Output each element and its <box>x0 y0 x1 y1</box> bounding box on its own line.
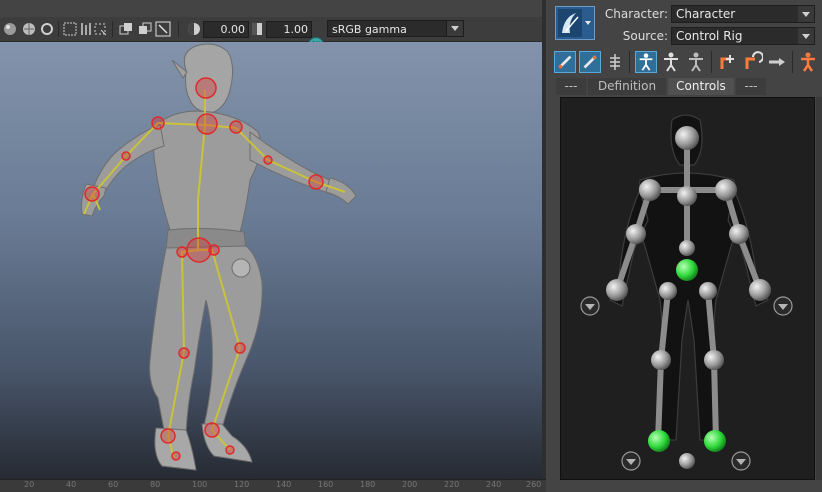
select-all-icon[interactable] <box>554 51 576 73</box>
tab-next[interactable]: --- <box>736 78 766 95</box>
time-ruler-tick: 260 <box>526 480 542 489</box>
time-ruler-tick: 200 <box>402 480 418 489</box>
exposure-field[interactable]: 0.00 <box>203 21 249 38</box>
pin-none-icon[interactable] <box>766 51 788 73</box>
left-ankle-effector <box>648 430 670 452</box>
chevron-down-icon <box>798 28 814 44</box>
time-ruler-tick: 180 <box>360 480 376 489</box>
time-ruler-tick: 20 <box>24 480 35 489</box>
tab-controls[interactable]: Controls <box>668 78 734 95</box>
head-effector <box>675 126 699 150</box>
time-ruler-tick: 100 <box>192 480 208 489</box>
skeleton-icon[interactable] <box>604 51 626 73</box>
exposure-icon[interactable] <box>186 21 202 37</box>
controls-figure-panel[interactable] <box>560 97 815 480</box>
view-transform-select[interactable]: sRGB gamma <box>327 20 464 37</box>
left-elbow-effector <box>626 224 646 244</box>
source-label: Source: <box>622 29 668 43</box>
right-elbow-effector <box>729 224 749 244</box>
chest-effector <box>677 186 697 206</box>
character-select[interactable]: Character <box>671 5 815 23</box>
time-ruler-tick: 240 <box>486 480 502 489</box>
hips-effector <box>676 259 698 281</box>
character-label: Character: <box>604 7 668 21</box>
select-limb-icon[interactable] <box>579 51 601 73</box>
right-wrist-effector <box>749 279 771 301</box>
left-hip-effector <box>659 282 677 300</box>
character-model <box>81 43 357 471</box>
selection-icon[interactable] <box>685 51 707 73</box>
humanik-toolbar <box>551 48 822 76</box>
tab-prev[interactable]: --- <box>556 78 586 95</box>
tab-definition[interactable]: Definition <box>588 78 666 95</box>
reach-icon[interactable] <box>797 51 819 73</box>
time-ruler-tick: 220 <box>444 480 460 489</box>
viewport-toolbar: 0.00 1.00 ON <box>0 17 546 53</box>
body-figure <box>580 114 793 471</box>
controls-scrollbar[interactable] <box>816 97 822 480</box>
chevron-down-icon <box>798 6 814 22</box>
grid-icon[interactable] <box>118 21 134 37</box>
time-ruler-tick: 40 <box>66 480 77 489</box>
time-ruler-tick: 60 <box>108 480 119 489</box>
time-ruler-tick: 80 <box>150 480 161 489</box>
gamma-icon[interactable] <box>249 21 265 37</box>
right-hip-effector <box>699 282 717 300</box>
pin-translation-icon[interactable] <box>716 51 738 73</box>
floor-effector <box>679 453 695 469</box>
textured-sphere-icon[interactable] <box>21 21 37 37</box>
left-shoulder-effector <box>639 179 661 201</box>
gamma-field[interactable]: 1.00 <box>266 21 312 38</box>
3d-viewport[interactable] <box>0 42 542 479</box>
shading-sphere-icon[interactable] <box>2 21 18 37</box>
humanik-tabs: --- Definition Controls --- <box>556 78 818 95</box>
resolution-gate-icon[interactable] <box>155 21 171 37</box>
camera-icon[interactable] <box>137 21 153 37</box>
right-shoulder-effector <box>715 179 737 201</box>
character-select-value: Character <box>676 7 736 21</box>
time-ruler[interactable]: 20 40 60 80 100 120 140 160 180 200 220 … <box>0 479 546 492</box>
source-select[interactable]: Control Rig <box>671 27 815 45</box>
time-ruler-tick: 160 <box>318 480 334 489</box>
time-ruler-tick: 140 <box>276 480 292 489</box>
view-transform-value: sRGB gamma <box>332 23 407 36</box>
spine-effector <box>679 240 695 256</box>
body-part-icon[interactable] <box>660 51 682 73</box>
right-knee-effector <box>704 350 724 370</box>
chevron-down-icon <box>446 21 463 36</box>
left-knee-effector <box>651 350 671 370</box>
wireframe-icon[interactable] <box>62 21 78 37</box>
time-ruler-tick: 120 <box>234 480 250 489</box>
lighting-icon[interactable] <box>39 21 55 37</box>
full-body-icon[interactable] <box>635 51 657 73</box>
right-ankle-effector <box>704 430 726 452</box>
left-wrist-effector <box>606 279 628 301</box>
pin-rotation-icon[interactable] <box>741 51 763 73</box>
isolate-icon[interactable] <box>92 21 108 37</box>
source-select-value: Control Rig <box>676 29 743 43</box>
